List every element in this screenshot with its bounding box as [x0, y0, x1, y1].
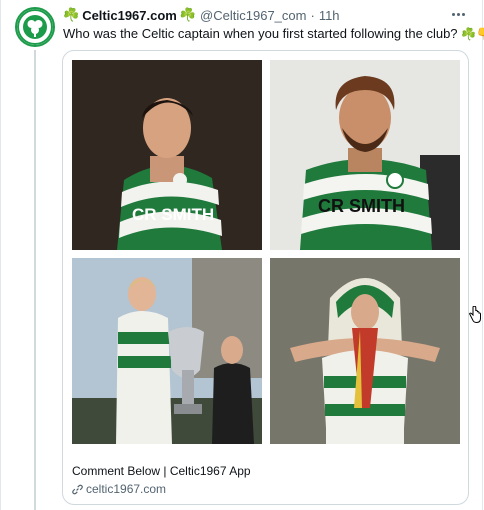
clover-icon: ☘️	[63, 7, 80, 22]
tweet-text: Who was the Celtic captain when you firs…	[63, 25, 484, 43]
timeline-right-border	[482, 0, 483, 510]
display-name[interactable]: Celtic1967.com	[82, 8, 177, 23]
tweet-header: ☘️ Celtic1967.com ☘️ @Celtic1967_com · 1…	[63, 6, 463, 24]
celebration-photo	[270, 258, 460, 444]
timeline-left-border	[0, 0, 1, 510]
tweet-timestamp[interactable]: 11h	[319, 8, 340, 23]
avatar[interactable]	[15, 7, 55, 47]
link-icon	[72, 484, 83, 495]
card-link-text[interactable]: celtic1967.com	[86, 482, 166, 496]
card-image-4[interactable]	[270, 258, 460, 444]
card-image-3[interactable]	[72, 258, 262, 444]
user-handle[interactable]: @Celtic1967_com	[200, 8, 306, 23]
shirt-sponsor-1: CR SMITH	[132, 205, 214, 224]
tweet-emojis: ☘️👇	[461, 27, 484, 41]
separator-dot: ·	[310, 7, 315, 23]
card-link[interactable]: celtic1967.com	[72, 482, 166, 496]
more-icon[interactable]	[452, 9, 468, 19]
player-photo-1: CR SMITH	[72, 60, 262, 250]
hand-cursor-icon	[469, 306, 481, 324]
clover-icon: ☘️	[179, 7, 197, 22]
thread-line	[34, 50, 36, 510]
trophy-photo	[72, 258, 262, 444]
card-image-2[interactable]: CR SMITH	[270, 60, 460, 250]
card-image-1[interactable]: CR SMITH	[72, 60, 262, 250]
link-card[interactable]: CR SMITH CR SMITH Comment Below | Celtic…	[62, 50, 469, 505]
tweet-text-body: Who was the Celtic captain when you firs…	[63, 26, 458, 41]
card-title[interactable]: Comment Below | Celtic1967 App	[72, 464, 251, 478]
celtic-crest-icon	[17, 9, 53, 45]
player-photo-2: CR SMITH	[270, 60, 460, 250]
shirt-sponsor-2: CR SMITH	[318, 196, 405, 216]
